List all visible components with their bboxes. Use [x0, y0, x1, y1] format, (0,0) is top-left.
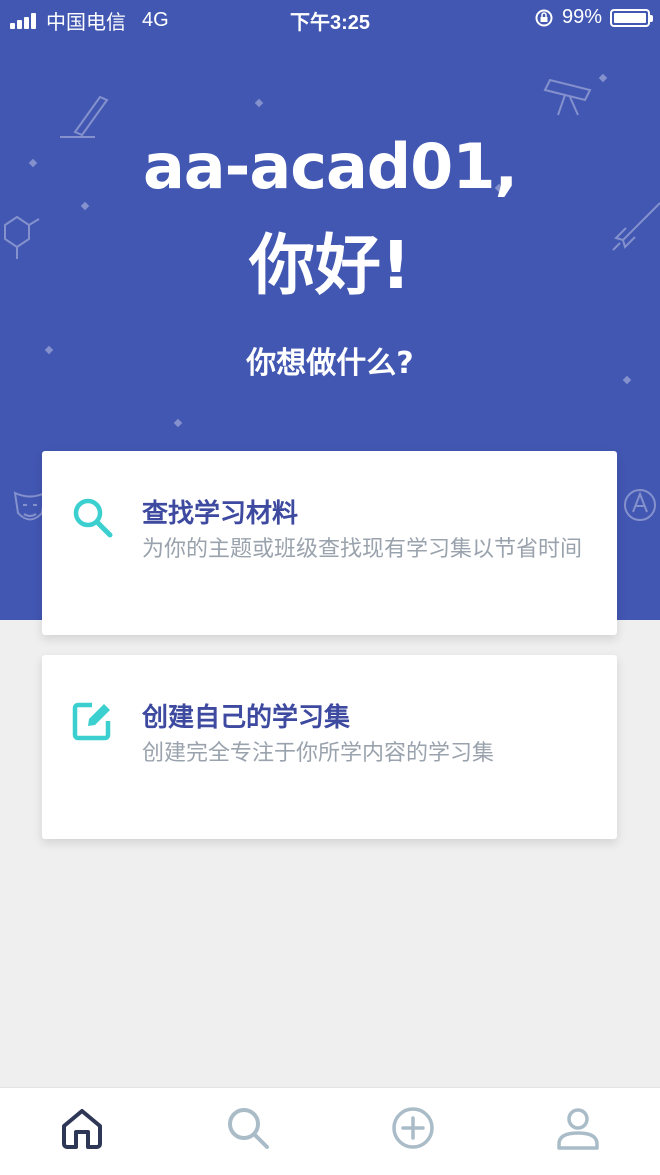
status-bar: 中国电信 4G 下午3:25 99%	[0, 0, 660, 38]
search-icon	[228, 1108, 269, 1149]
telescope-doodle-icon	[543, 78, 592, 116]
sparkle-dot	[173, 418, 183, 428]
sparkle-dot	[254, 98, 264, 108]
battery-fill	[614, 12, 646, 23]
tab-search[interactable]	[218, 1098, 278, 1158]
battery-icon	[610, 8, 653, 27]
tab-home[interactable]	[52, 1098, 112, 1158]
tab-profile[interactable]	[548, 1098, 608, 1158]
bottom-tab-bar	[0, 1087, 660, 1175]
card-title: 查找学习材料	[142, 499, 299, 529]
translate-doodle-icon	[624, 489, 656, 521]
greeting-hello: 你好!	[248, 227, 412, 304]
edit-icon	[72, 702, 111, 741]
card-description: 为你的主题或班级查找现有学习集以节省时间	[142, 537, 583, 562]
add-icon	[392, 1107, 434, 1149]
home-icon	[62, 1109, 102, 1149]
create-study-set-card[interactable]: 创建自己的学习集 创建完全专注于你所学内容的学习集	[42, 655, 617, 839]
search-icon	[73, 498, 113, 538]
battery-percent: 99%	[561, 6, 602, 28]
card-title: 创建自己的学习集	[142, 703, 351, 733]
card-description: 创建完全专注于你所学内容的学习集	[142, 741, 495, 766]
profile-icon	[557, 1108, 599, 1150]
sparkle-dot	[598, 73, 608, 83]
orientation-lock-icon	[535, 9, 553, 26]
sparkle-dot	[80, 201, 90, 211]
tab-create[interactable]	[383, 1098, 443, 1158]
question-heading: 你想做什么?	[246, 346, 414, 381]
greeting-name: aa-acad01,	[142, 130, 518, 203]
find-study-material-card[interactable]: 查找学习材料 为你的主题或班级查找现有学习集以节省时间	[42, 451, 617, 635]
status-right: 99%	[534, 6, 653, 29]
